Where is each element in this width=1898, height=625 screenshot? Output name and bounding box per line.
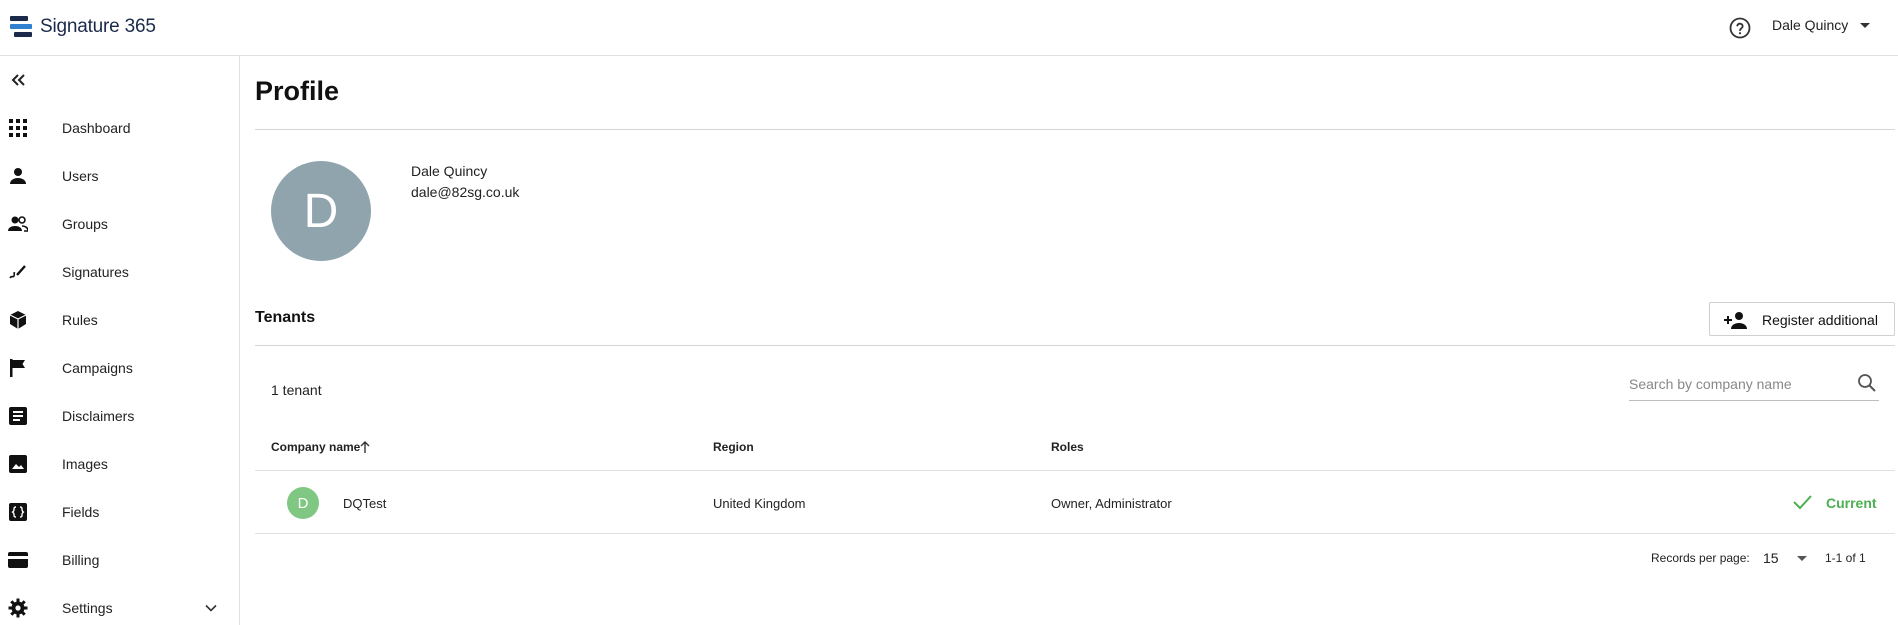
page-title: Profile [255, 76, 340, 106]
pagination-range: 1-1 of 1 [1825, 551, 1866, 565]
sidebar-item-billing[interactable]: Billing [0, 538, 239, 582]
sidebar-item-settings[interactable]: Settings [0, 586, 239, 625]
divider [255, 533, 1895, 534]
sidebar-item-label: Rules [62, 312, 98, 328]
search-icon[interactable] [1857, 373, 1877, 393]
sidebar-item-disclaimers[interactable]: Disclaimers [0, 394, 239, 438]
search-input[interactable] [1629, 373, 1839, 395]
divider [255, 345, 1895, 346]
logo-icon [10, 16, 32, 37]
people-icon [8, 214, 28, 234]
sidebar-item-label: Dashboard [62, 120, 131, 136]
sidebar-item-label: Signatures [62, 264, 129, 280]
records-per-page-select[interactable]: 15 [1763, 547, 1811, 569]
records-per-page-label: Records per page: [1651, 551, 1750, 565]
company-cell: DQTest [343, 496, 387, 511]
profile-name: Dale Quincy [411, 163, 488, 179]
top-bar: Signature 365 Dale Quincy [0, 0, 1898, 56]
sidebar-item-rules[interactable]: Rules [0, 298, 239, 342]
tenants-heading: Tenants [255, 309, 316, 326]
main-content: Profile D Dale Quincy dale@82sg.co.uk Te… [241, 57, 1898, 625]
tenant-search [1629, 369, 1879, 401]
column-header-roles[interactable]: Roles [1051, 440, 1084, 454]
chevron-down-icon[interactable] [204, 601, 218, 615]
user-name: Dale Quincy [1772, 17, 1849, 33]
signature-icon [8, 262, 28, 282]
cube-icon [8, 310, 28, 330]
chevron-down-icon [1797, 556, 1807, 561]
tenant-avatar: D [287, 487, 319, 519]
app-name: Signature 365 [40, 16, 156, 37]
avatar: D [271, 161, 371, 261]
divider [255, 129, 1895, 130]
sidebar-item-campaigns[interactable]: Campaigns [0, 346, 239, 390]
credit-card-icon [8, 550, 28, 570]
help-circle-icon[interactable] [1728, 16, 1752, 40]
sidebar-item-label: Fields [62, 504, 100, 520]
document-icon [8, 406, 28, 426]
gear-icon [8, 598, 28, 618]
sidebar-item-fields[interactable]: Fields [0, 490, 239, 534]
sidebar-item-users[interactable]: Users [0, 154, 239, 198]
sidebar-item-label: Groups [62, 216, 108, 232]
check-icon [1793, 495, 1812, 510]
sidebar-item-images[interactable]: Images [0, 442, 239, 486]
app-logo[interactable]: Signature 365 [8, 14, 156, 40]
sidebar-item-label: Disclaimers [62, 408, 135, 424]
sidebar-item-groups[interactable]: Groups [0, 202, 239, 246]
sidebar-item-label: Images [62, 456, 108, 472]
tenant-count: 1 tenant [271, 382, 322, 398]
grid-icon [8, 118, 28, 138]
register-additional-label: Register additional [1762, 312, 1878, 328]
sidebar-item-label: Campaigns [62, 360, 133, 376]
region-cell: United Kingdom [713, 496, 806, 511]
user-menu[interactable]: Dale Quincy [1772, 17, 1871, 33]
sidebar-item-label: Users [62, 168, 99, 184]
sidebar-item-label: Billing [62, 552, 100, 568]
roles-cell: Owner, Administrator [1051, 496, 1172, 511]
braces-icon [8, 502, 28, 522]
chevron-down-icon [1860, 22, 1871, 28]
profile-email: dale@82sg.co.uk [411, 184, 520, 200]
person-add-icon [1724, 312, 1747, 329]
flag-icon [8, 358, 28, 378]
status-badge: Current [1826, 495, 1877, 511]
register-additional-button[interactable]: Register additional [1709, 302, 1895, 336]
sort-arrow-up-icon[interactable] [359, 440, 371, 454]
collapse-sidebar-icon[interactable] [8, 70, 28, 90]
image-icon [8, 454, 28, 474]
column-header-region[interactable]: Region [713, 440, 754, 454]
person-icon [8, 166, 28, 186]
sidebar-item-dashboard[interactable]: Dashboard [0, 106, 239, 150]
sidebar-item-label: Settings [62, 600, 113, 616]
table-row[interactable]: D DQTest United Kingdom Owner, Administr… [255, 471, 1895, 533]
sidebar: Dashboard Users Groups Signatures Rules … [0, 56, 240, 625]
records-per-page-value: 15 [1763, 550, 1779, 566]
column-header-company[interactable]: Company name [271, 440, 360, 454]
sidebar-item-signatures[interactable]: Signatures [0, 250, 239, 294]
